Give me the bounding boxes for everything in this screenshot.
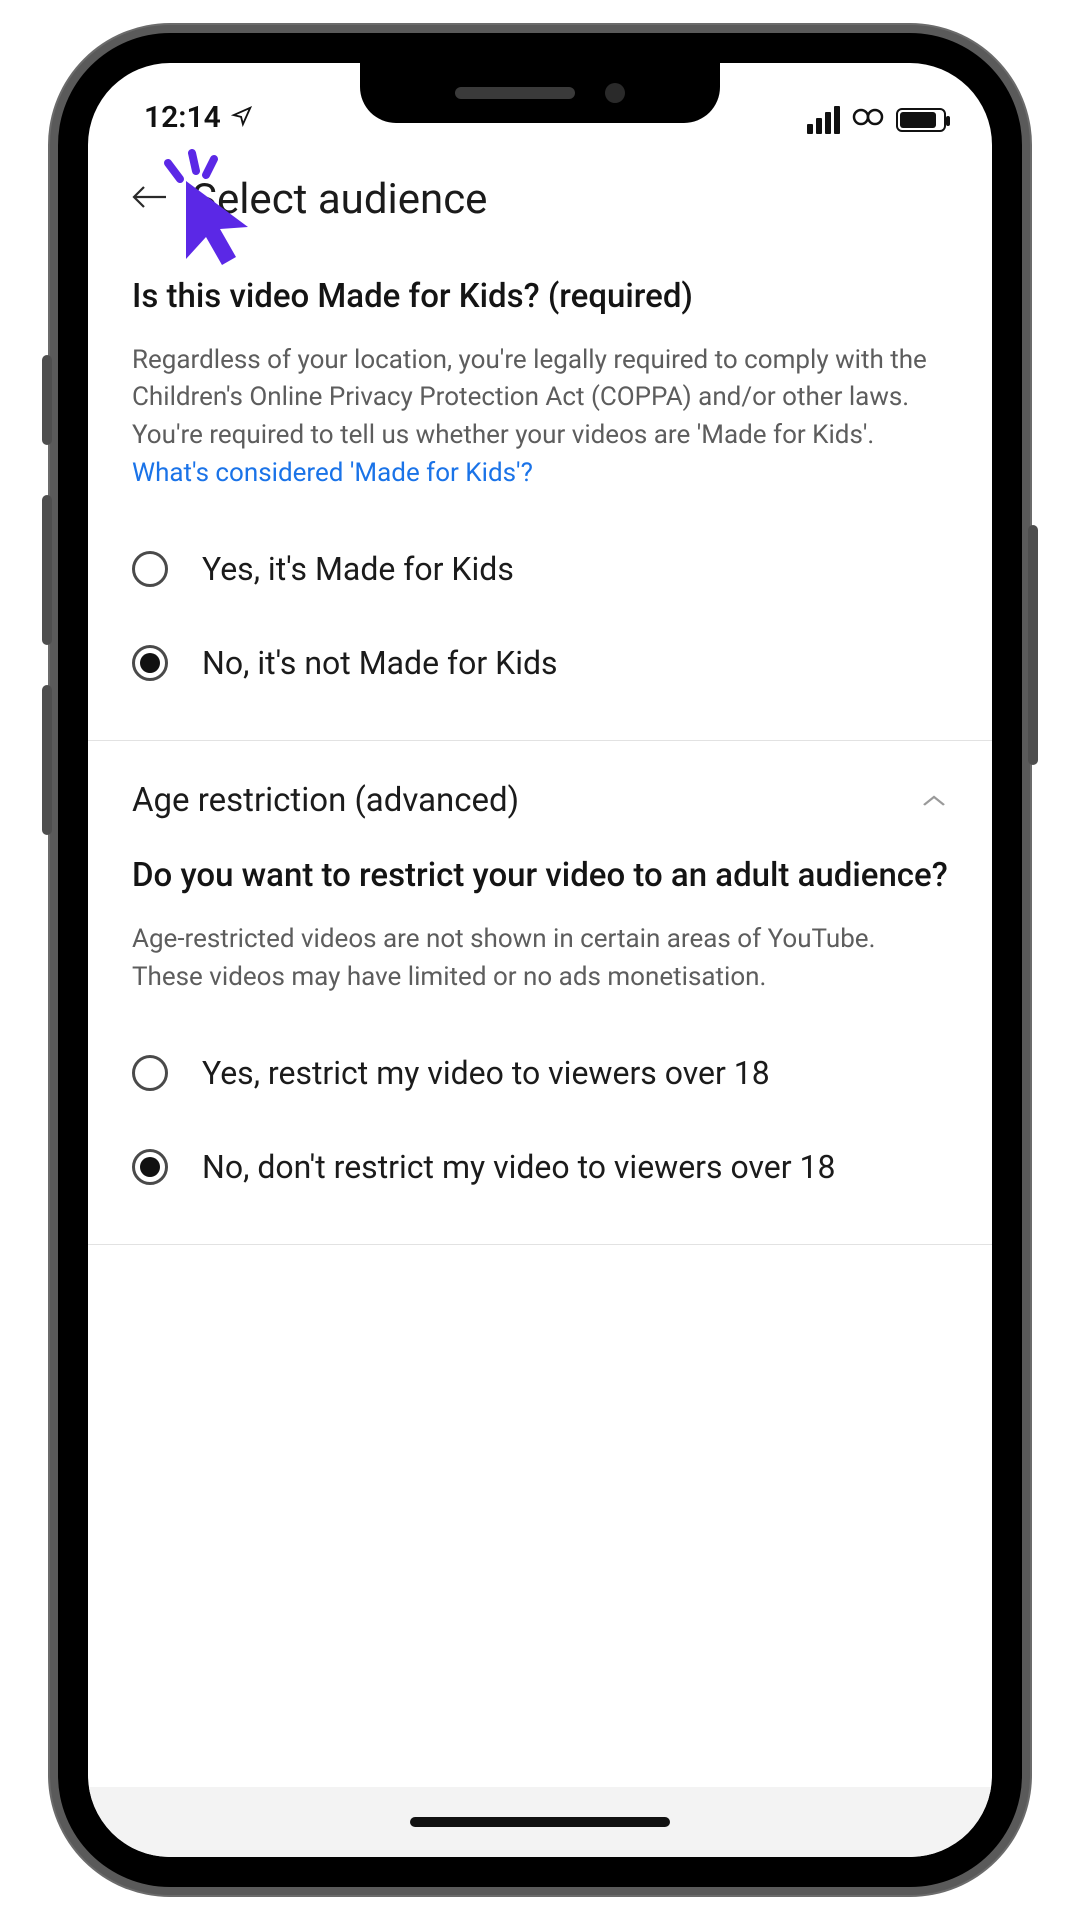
app-header: Select audience	[88, 143, 992, 237]
radio-icon	[132, 645, 168, 681]
radio-icon	[132, 1055, 168, 1091]
mfk-option-yes[interactable]: Yes, it's Made for Kids	[132, 522, 948, 616]
age-helper-text: Age-restricted videos are not shown in c…	[132, 921, 948, 996]
section-divider	[88, 1244, 992, 1245]
mfk-option-yes-label: Yes, it's Made for Kids	[202, 550, 514, 588]
mfk-learn-more-link[interactable]: What's considered 'Made for Kids'?	[132, 458, 533, 488]
home-indicator[interactable]	[410, 1817, 670, 1827]
radio-icon	[132, 551, 168, 587]
age-option-yes-label: Yes, restrict my video to viewers over 1…	[202, 1054, 770, 1092]
age-option-no-label: No, don't restrict my video to viewers o…	[202, 1148, 836, 1186]
mfk-question: Is this video Made for Kids? (required)	[132, 275, 948, 320]
status-time: 12:14	[144, 100, 221, 135]
battery-icon	[896, 108, 946, 132]
notch	[360, 63, 720, 123]
age-option-no[interactable]: No, don't restrict my video to viewers o…	[132, 1120, 948, 1214]
side-button	[1028, 525, 1038, 765]
content-area: Is this video Made for Kids? (required) …	[88, 237, 992, 1787]
bottom-bar	[88, 1787, 992, 1857]
page-title: Select audience	[192, 175, 487, 224]
phone-device-frame: 12:14	[50, 25, 1030, 1895]
age-restriction-toggle[interactable]: Age restriction (advanced)	[88, 741, 992, 830]
mfk-option-no[interactable]: No, it's not Made for Kids	[132, 616, 948, 710]
made-for-kids-section: Is this video Made for Kids? (required) …	[88, 237, 992, 512]
side-button	[42, 355, 52, 445]
location-icon	[231, 100, 253, 135]
age-restriction-title: Age restriction (advanced)	[132, 781, 519, 820]
age-question: Do you want to restrict your video to an…	[132, 854, 948, 899]
vpn-icon	[852, 105, 884, 135]
chevron-up-icon	[920, 788, 948, 814]
mfk-helper-body: Regardless of your location, you're lega…	[132, 345, 927, 450]
age-restriction-section: Do you want to restrict your video to an…	[88, 830, 992, 1016]
mfk-option-no-label: No, it's not Made for Kids	[202, 644, 558, 682]
screen: 12:14	[88, 63, 992, 1857]
back-button[interactable]	[126, 171, 174, 227]
side-button	[42, 685, 52, 835]
radio-icon	[132, 1149, 168, 1185]
mfk-helper-text: Regardless of your location, you're lega…	[132, 342, 948, 493]
mfk-options: Yes, it's Made for Kids No, it's not Mad…	[88, 512, 992, 740]
side-button	[42, 495, 52, 645]
age-option-yes[interactable]: Yes, restrict my video to viewers over 1…	[132, 1026, 948, 1120]
signal-icon	[807, 106, 840, 134]
age-options: Yes, restrict my video to viewers over 1…	[88, 1016, 992, 1244]
